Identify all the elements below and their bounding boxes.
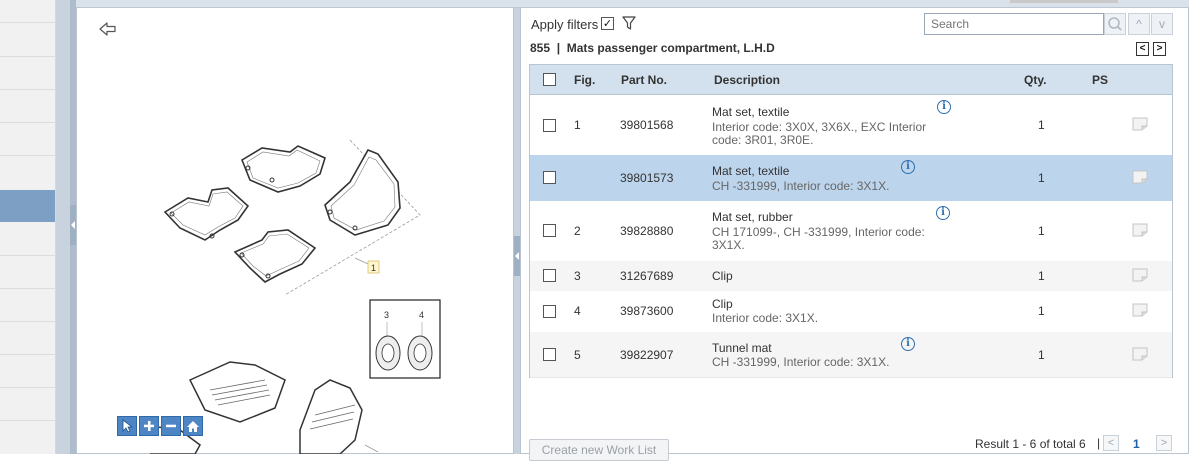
- row-description-detail: 3X1X.: [712, 238, 745, 252]
- row-qty: 1: [1038, 304, 1045, 318]
- info-icon[interactable]: i: [936, 206, 950, 220]
- row-checkbox[interactable]: [543, 224, 556, 237]
- note-icon[interactable]: [1132, 268, 1148, 282]
- note-icon[interactable]: [1132, 303, 1148, 317]
- table-row[interactable]: 3 31267689 Clip 1: [530, 261, 1172, 292]
- row-qty: 1: [1038, 118, 1045, 132]
- filter-icon[interactable]: [621, 15, 637, 31]
- note-icon[interactable]: [1132, 223, 1148, 237]
- callout-4-label: 4: [419, 310, 424, 320]
- result-count: Result 1 - 6 of total 6: [975, 437, 1086, 451]
- row-qty: 1: [1038, 348, 1045, 362]
- row-qty: 1: [1038, 269, 1045, 283]
- info-icon[interactable]: i: [901, 160, 915, 174]
- row-description-detail: CH -331999, Interior code: 3X1X.: [712, 179, 890, 193]
- row-checkbox[interactable]: [543, 171, 556, 184]
- row-description: Tunnel mat: [712, 341, 772, 355]
- row-part-no: 39822907: [620, 348, 674, 362]
- table-row[interactable]: 2 39828880 Mat set, rubber CH 171099-, C…: [530, 201, 1172, 262]
- row-qty: 1: [1038, 171, 1045, 185]
- group-title: 855 | Mats passenger compartment, L.H.D: [530, 41, 775, 55]
- top-bar-button[interactable]: [1010, 0, 1118, 3]
- left-nav-strip: [0, 0, 56, 454]
- row-fig: 2: [574, 224, 581, 238]
- row-checkbox[interactable]: [543, 269, 556, 282]
- previous-group-button[interactable]: <: [1136, 42, 1149, 56]
- table-row[interactable]: 1 39801568 Mat set, textile Interior cod…: [530, 95, 1172, 156]
- mat-front-right-part: [241, 145, 326, 193]
- apply-filters-checkbox[interactable]: ✓: [601, 17, 614, 30]
- search-button[interactable]: [1104, 13, 1126, 35]
- row-fig: 3: [574, 269, 581, 283]
- back-arrow-icon[interactable]: [98, 20, 118, 38]
- row-description: Mat set, textile: [712, 164, 790, 178]
- note-icon[interactable]: [1132, 347, 1148, 361]
- note-icon[interactable]: [1132, 170, 1148, 184]
- pointer-tool-icon[interactable]: [117, 416, 137, 436]
- header-part-no[interactable]: Part No.: [621, 73, 667, 87]
- info-icon[interactable]: i: [937, 100, 951, 114]
- search-icon: [1108, 17, 1122, 31]
- pager-next-button[interactable]: >: [1156, 435, 1172, 451]
- create-work-list-button[interactable]: Create new Work List: [529, 439, 669, 461]
- row-description: Mat set, textile: [712, 105, 790, 119]
- mat-rear-left-part: [163, 187, 250, 241]
- select-all-checkbox[interactable]: [543, 73, 556, 86]
- zoom-toolbar: [117, 416, 207, 438]
- header-fig[interactable]: Fig.: [574, 73, 595, 87]
- row-part-no: 31267689: [620, 269, 674, 283]
- previous-match-button[interactable]: ^: [1128, 13, 1150, 35]
- exploded-view-drawing[interactable]: 1 3 4: [150, 140, 450, 454]
- row-fig: 4: [574, 304, 581, 318]
- row-part-no: 39828880: [620, 224, 674, 238]
- row-checkbox[interactable]: [543, 348, 556, 361]
- row-description: Mat set, rubber: [712, 210, 793, 224]
- zoom-out-icon[interactable]: [161, 416, 181, 436]
- home-icon[interactable]: [183, 416, 203, 436]
- pager-separator: |: [1097, 436, 1101, 450]
- header-qty[interactable]: Qty.: [1024, 73, 1046, 87]
- row-description-detail: CH -331999, Interior code: 3X1X.: [712, 355, 890, 369]
- info-icon[interactable]: i: [901, 337, 915, 351]
- left-nav-active-item[interactable]: [0, 190, 55, 222]
- next-group-button[interactable]: >: [1153, 42, 1166, 56]
- row-checkbox[interactable]: [543, 119, 556, 132]
- row-part-no: 39801573: [620, 171, 674, 185]
- note-icon[interactable]: [1132, 117, 1148, 131]
- row-description: Clip: [712, 269, 733, 283]
- search-input[interactable]: [924, 13, 1104, 35]
- row-description-detail: code: 3R01, 3R0E.: [712, 133, 814, 147]
- row-checkbox[interactable]: [543, 305, 556, 318]
- row-description-detail: Interior code: 3X1X.: [712, 311, 819, 325]
- parts-table: Fig. Part No. Description Qty. PS 1 3980…: [529, 64, 1173, 378]
- row-qty: 1: [1038, 224, 1045, 238]
- pager-current-page[interactable]: 1: [1133, 437, 1140, 451]
- header-description[interactable]: Description: [714, 73, 780, 87]
- row-fig: 1: [574, 118, 581, 132]
- table-row-selected[interactable]: 39801573 Mat set, textile CH -331999, In…: [530, 155, 1172, 202]
- row-fig: 5: [574, 348, 581, 362]
- next-match-button[interactable]: v: [1151, 13, 1173, 35]
- table-row[interactable]: 5 39822907 Tunnel mat CH -331999, Interi…: [530, 332, 1172, 378]
- callout-3-label: 3: [384, 310, 389, 320]
- row-part-no: 39873600: [620, 304, 674, 318]
- apply-filters-label: Apply filters: [531, 17, 599, 32]
- pager-prev-button[interactable]: <: [1103, 435, 1119, 451]
- mat-front-left-part: [324, 148, 401, 236]
- row-description: Clip: [712, 297, 733, 311]
- table-row[interactable]: 4 39873600 Clip Interior code: 3X1X. 1: [530, 291, 1172, 333]
- callout-1-label: 1: [371, 263, 376, 273]
- header-ps[interactable]: PS: [1092, 73, 1108, 87]
- zoom-in-icon[interactable]: [139, 416, 159, 436]
- row-part-no: 39801568: [620, 118, 674, 132]
- table-header: Fig. Part No. Description Qty. PS: [530, 65, 1172, 95]
